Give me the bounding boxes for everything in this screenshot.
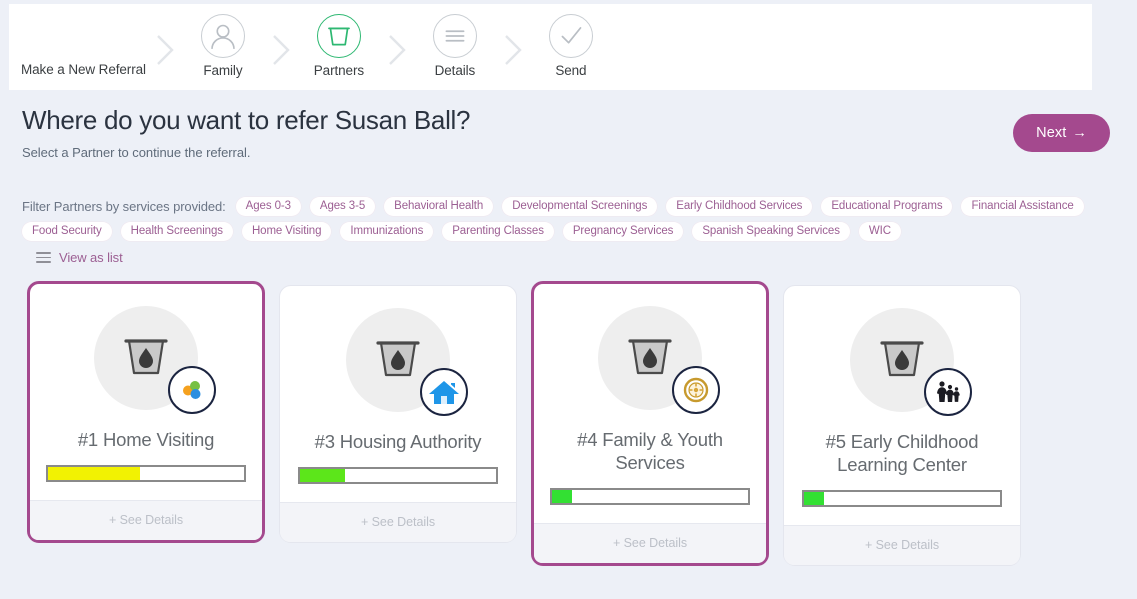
partner-thumbnail: [346, 308, 468, 416]
stepper-step-partners[interactable]: Partners: [300, 14, 378, 78]
partner-card-slot: #5 Early Childhood Learning Center + See…: [783, 281, 1035, 566]
view-as-list-label: View as list: [59, 250, 123, 265]
page-heading-block: Where do you want to refer Susan Ball? S…: [22, 104, 470, 160]
list-icon: [36, 252, 51, 263]
filter-pill-educational-programs[interactable]: Educational Programs: [821, 197, 953, 216]
chevron-separator-icon: [500, 28, 526, 72]
see-details-button[interactable]: + See Details: [534, 523, 766, 563]
stepper-step-send[interactable]: Send: [532, 14, 610, 78]
stepper-step-details[interactable]: Details: [416, 14, 494, 78]
see-details-button[interactable]: + See Details: [280, 502, 516, 542]
partner-card-grid: #1 Home Visiting + See Details #3 Housin…: [27, 281, 1117, 566]
partner-progress-fill: [300, 469, 346, 482]
filter-pill-developmental-screenings[interactable]: Developmental Screenings: [502, 197, 658, 216]
stepper-step-label: Send: [555, 63, 587, 78]
filter-pill-ages-0-3[interactable]: Ages 0-3: [235, 197, 301, 216]
filter-pill-early-childhood-services[interactable]: Early Childhood Services: [666, 197, 813, 216]
partner-progress-bar: [550, 488, 750, 505]
stepper-step-label: Family: [203, 63, 243, 78]
stepper-step-family[interactable]: Family: [184, 14, 262, 78]
partner-card-title: #3 Housing Authority: [314, 431, 482, 452]
partner-card-slot: #3 Housing Authority + See Details: [279, 281, 531, 566]
gold-emblem-icon: [672, 366, 720, 414]
partner-card-housing-authority[interactable]: #3 Housing Authority + See Details: [279, 285, 517, 543]
partner-card-title: #5 Early Childhood Learning Center: [825, 431, 979, 475]
stepper-step-label: Details: [434, 63, 476, 78]
check-icon: [548, 14, 593, 58]
referral-partners-page: Make a New Referral Family Partners Deta…: [0, 0, 1137, 599]
stepper-title: Make a New Referral: [21, 62, 146, 77]
chevron-separator-icon: [384, 28, 410, 72]
partner-card-slot: #4 Family & Youth Services + See Details: [531, 281, 783, 566]
referral-stepper: Make a New Referral Family Partners Deta…: [9, 4, 1092, 90]
filter-pill-wic[interactable]: WIC: [858, 222, 901, 241]
view-as-list-toggle[interactable]: View as list: [36, 250, 123, 265]
partner-thumbnail: [598, 306, 720, 414]
filter-bar: Filter Partners by services provided: Ag…: [22, 197, 1118, 241]
partner-thumbnail: [850, 308, 972, 416]
next-button[interactable]: Next →: [1013, 114, 1110, 152]
page-title: Where do you want to refer Susan Ball?: [22, 105, 471, 135]
chevron-separator-icon: [268, 28, 294, 72]
blue-house-icon: [420, 368, 468, 416]
user-icon: [200, 14, 245, 58]
list-lines-icon: [432, 14, 477, 58]
partner-card-title: #1 Home Visiting: [77, 429, 215, 450]
see-details-button[interactable]: + See Details: [784, 525, 1020, 565]
family-people-icon: [924, 368, 972, 416]
filter-pill-pregnancy-services[interactable]: Pregnancy Services: [562, 222, 684, 241]
partner-progress-fill: [552, 490, 572, 503]
partner-card-family-youth-services[interactable]: #4 Family & Youth Services + See Details: [531, 281, 769, 566]
three-circles-icon: [168, 366, 216, 414]
chevron-separator-icon: [152, 28, 178, 72]
partner-progress-bar: [46, 465, 246, 482]
see-details-button[interactable]: + See Details: [30, 500, 262, 540]
filter-pill-parenting-classes[interactable]: Parenting Classes: [442, 222, 554, 241]
bucket-icon: [316, 14, 361, 58]
partner-card-slot: #1 Home Visiting + See Details: [27, 281, 279, 566]
filter-pill-spanish-speaking-services[interactable]: Spanish Speaking Services: [692, 222, 850, 241]
partner-progress-bar: [802, 490, 1002, 507]
arrow-right-icon: →: [1072, 125, 1087, 141]
filter-pill-food-security[interactable]: Food Security: [22, 222, 112, 241]
filter-pill-health-screenings[interactable]: Health Screenings: [120, 222, 233, 241]
page-subtitle: Select a Partner to continue the referra…: [22, 145, 251, 160]
filter-pill-financial-assistance[interactable]: Financial Assistance: [961, 197, 1084, 216]
partner-progress-fill: [48, 467, 141, 480]
partner-thumbnail: [94, 306, 216, 414]
partner-card-title: #4 Family & Youth Services: [577, 429, 723, 473]
filter-pill-home-visiting[interactable]: Home Visiting: [241, 222, 332, 241]
partner-progress-bar: [298, 467, 498, 484]
stepper-step-label: Partners: [313, 63, 365, 78]
filter-pill-behavioral-health[interactable]: Behavioral Health: [384, 197, 494, 216]
partner-card-early-childhood-learning-center[interactable]: #5 Early Childhood Learning Center + See…: [783, 285, 1021, 566]
next-button-label: Next: [1036, 125, 1067, 141]
partner-card-home-visiting[interactable]: #1 Home Visiting + See Details: [27, 281, 265, 543]
filter-pill-immunizations[interactable]: Immunizations: [340, 222, 434, 241]
partner-progress-fill: [804, 492, 824, 505]
filter-bar-label: Filter Partners by services provided:: [22, 199, 226, 214]
filter-pill-ages-3-5[interactable]: Ages 3-5: [309, 197, 376, 216]
